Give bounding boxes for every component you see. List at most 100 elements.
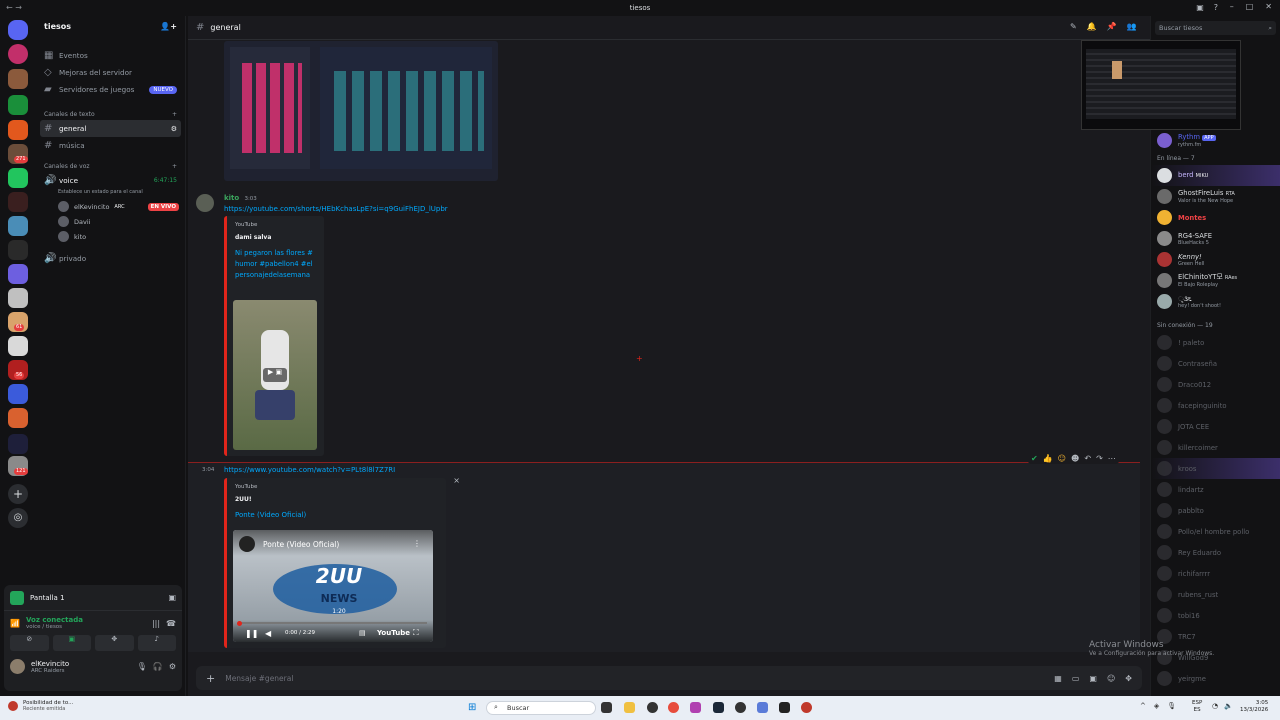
gif-icon[interactable]: ▭ (1072, 674, 1080, 683)
server-icon[interactable] (8, 44, 28, 64)
member-item[interactable]: tobi16 (1151, 605, 1280, 626)
gift-icon[interactable]: ▦ (1054, 674, 1062, 683)
laugh-reaction-icon[interactable]: ☺ (1058, 454, 1066, 463)
server-icon[interactable] (8, 288, 28, 308)
live-badge[interactable]: EN VIVO (147, 202, 179, 211)
pin-icon[interactable]: 📌 (1107, 22, 1117, 31)
settings-icon[interactable]: ⚙ (169, 662, 176, 671)
channel-general[interactable]: # general ⚙ (40, 120, 181, 137)
windows-start-icon[interactable]: ⊞ (468, 702, 476, 713)
member-item[interactable]: Montes (1151, 207, 1280, 228)
disconnect-icon[interactable]: ☎ (166, 619, 176, 628)
members-icon[interactable]: 👥 (1127, 22, 1137, 31)
text-category[interactable]: Canales de texto + (36, 108, 185, 120)
add-server-icon[interactable]: + (8, 484, 28, 504)
mic-icon[interactable]: 🎙 (137, 662, 147, 671)
embed-author[interactable]: 2UU! (235, 496, 438, 503)
bell-icon[interactable]: 🔔 (1087, 22, 1097, 31)
member-item[interactable]: GhostFireLuis RTA Valor is the New Hope (1151, 186, 1280, 207)
menu-events[interactable]: ▦ Eventos (36, 47, 185, 64)
folder-icon[interactable] (8, 434, 28, 454)
member-item[interactable]: Rythm APP rythm.fm (1151, 130, 1280, 151)
guild-header[interactable]: tiesos 👤+ (36, 16, 185, 40)
app-icon[interactable] (690, 702, 701, 713)
check-reaction-icon[interactable]: ✔ (1031, 454, 1038, 463)
more-icon[interactable]: ⋯ (1108, 454, 1116, 463)
mic-icon[interactable]: 🎙 (1167, 702, 1176, 710)
member-item[interactable]: facepinguinito (1151, 395, 1280, 416)
voice-status[interactable]: Establece un estado para el canal (36, 189, 185, 199)
member-item[interactable]: Rey Eduardo (1151, 542, 1280, 563)
attach-icon[interactable]: + (206, 672, 215, 685)
remove-embed-icon[interactable]: × (453, 476, 460, 485)
chevron-up-icon[interactable]: ^ (1140, 702, 1146, 710)
app-icon[interactable] (779, 702, 790, 713)
add-channel-icon[interactable]: + (172, 163, 177, 170)
add-channel-icon[interactable]: + (172, 111, 177, 118)
member-item[interactable]: kroos (1151, 458, 1280, 479)
embed-author[interactable]: dami salva (235, 234, 316, 241)
reply-icon[interactable]: ↶ (1084, 454, 1091, 463)
maximize-button[interactable]: □ (1246, 2, 1254, 11)
member-item[interactable]: lindartz (1151, 479, 1280, 500)
language-indicator[interactable]: ESP ES (1192, 700, 1202, 714)
video-title[interactable]: Ponte (Video Oficial) (263, 540, 339, 549)
channel-avatar[interactable] (239, 536, 255, 552)
member-item[interactable]: ElChinitoYT모 RAes El Bajo Roleplay (1151, 270, 1280, 291)
voice-category[interactable]: Canales de voz + (36, 160, 185, 172)
embed-title[interactable]: Ni pegaron las flores #humor #pabellon4 … (235, 248, 316, 281)
server-icon[interactable] (8, 216, 28, 236)
thumbsup-reaction-icon[interactable]: 👍 (1043, 454, 1053, 463)
member-item[interactable]: ! paleto (1151, 332, 1280, 353)
channel-musica[interactable]: # música (36, 137, 185, 154)
message-input[interactable]: Mensaje #general (225, 674, 1044, 683)
server-icon[interactable] (8, 168, 28, 188)
voice-user[interactable]: Davii (36, 214, 185, 229)
voice-user[interactable]: kito (36, 229, 185, 244)
help-icon[interactable]: ? (1214, 3, 1218, 12)
member-item[interactable]: Pollo/el hombre pollo (1151, 521, 1280, 542)
youtube-logo[interactable]: YouTube (377, 629, 410, 637)
member-item[interactable]: yeirgme (1151, 668, 1280, 689)
volume-icon[interactable]: ◀ (265, 629, 271, 638)
search-input[interactable]: Buscar tiesos ⌕ (1155, 21, 1276, 35)
popout-icon[interactable]: ▣ (168, 593, 176, 602)
server-icon[interactable] (8, 120, 28, 140)
message-link[interactable]: https://www.youtube.com/watch?v=PLt8l8l7… (224, 466, 395, 474)
app-tray-icon[interactable]: ◈ (1154, 702, 1159, 710)
member-item[interactable]: RG4-SAFE BlueHacks 5 (1151, 228, 1280, 249)
embed-title[interactable]: Ponte (Video Oficial) (235, 510, 438, 521)
server-icon[interactable] (8, 264, 28, 284)
voice-user[interactable]: elKevincito ARC EN VIVO (36, 199, 185, 214)
wifi-icon[interactable]: ◔ (1212, 702, 1218, 710)
member-item[interactable]: killercoimer (1151, 437, 1280, 458)
chrome-icon[interactable] (668, 702, 679, 713)
notification-widget[interactable]: Posibilidad de to... Reciente emitida (8, 700, 73, 712)
voice-location[interactable]: voice / tiesos (26, 624, 83, 630)
activities-button[interactable]: ✥ (95, 635, 134, 651)
task-view-icon[interactable] (601, 702, 612, 713)
voice-channel-privado[interactable]: 🔊 privado (36, 250, 185, 267)
avatar[interactable] (10, 659, 25, 674)
invite-icon[interactable]: 👤+ (160, 22, 177, 34)
emoji-icon[interactable]: ☺ (1107, 674, 1115, 683)
app-icon[interactable] (757, 702, 768, 713)
member-item[interactable]: Contraseña (1151, 353, 1280, 374)
member-item[interactable]: rubens_rust (1151, 584, 1280, 605)
forward-icon[interactable]: ↷ (1096, 454, 1103, 463)
headphones-icon[interactable]: 🎧 (153, 662, 163, 671)
server-icon[interactable] (8, 69, 28, 89)
video-player[interactable]: 2UU NEWS 1:20 Ponte (Video Oficial) ⋮ ❚❚… (233, 530, 433, 642)
menu-game-servers[interactable]: ▰ Servidores de juegos NUEVO (36, 81, 185, 98)
video-thumbnail[interactable]: ▶ ▣ (233, 300, 317, 450)
apps-icon[interactable]: ✥ (1125, 674, 1132, 683)
stream-preview[interactable] (1081, 40, 1241, 130)
nav-arrows[interactable]: ← → (6, 3, 22, 12)
server-icon[interactable] (8, 192, 28, 212)
discover-icon[interactable]: ◎ (8, 508, 28, 528)
add-reaction-icon[interactable]: ☻ (1071, 454, 1079, 463)
search-icon[interactable]: ⌕ (1268, 24, 1272, 32)
message-author[interactable]: kito (224, 194, 239, 202)
member-item[interactable]: richifarrrr (1151, 563, 1280, 584)
progress-scrubber[interactable] (237, 621, 242, 626)
